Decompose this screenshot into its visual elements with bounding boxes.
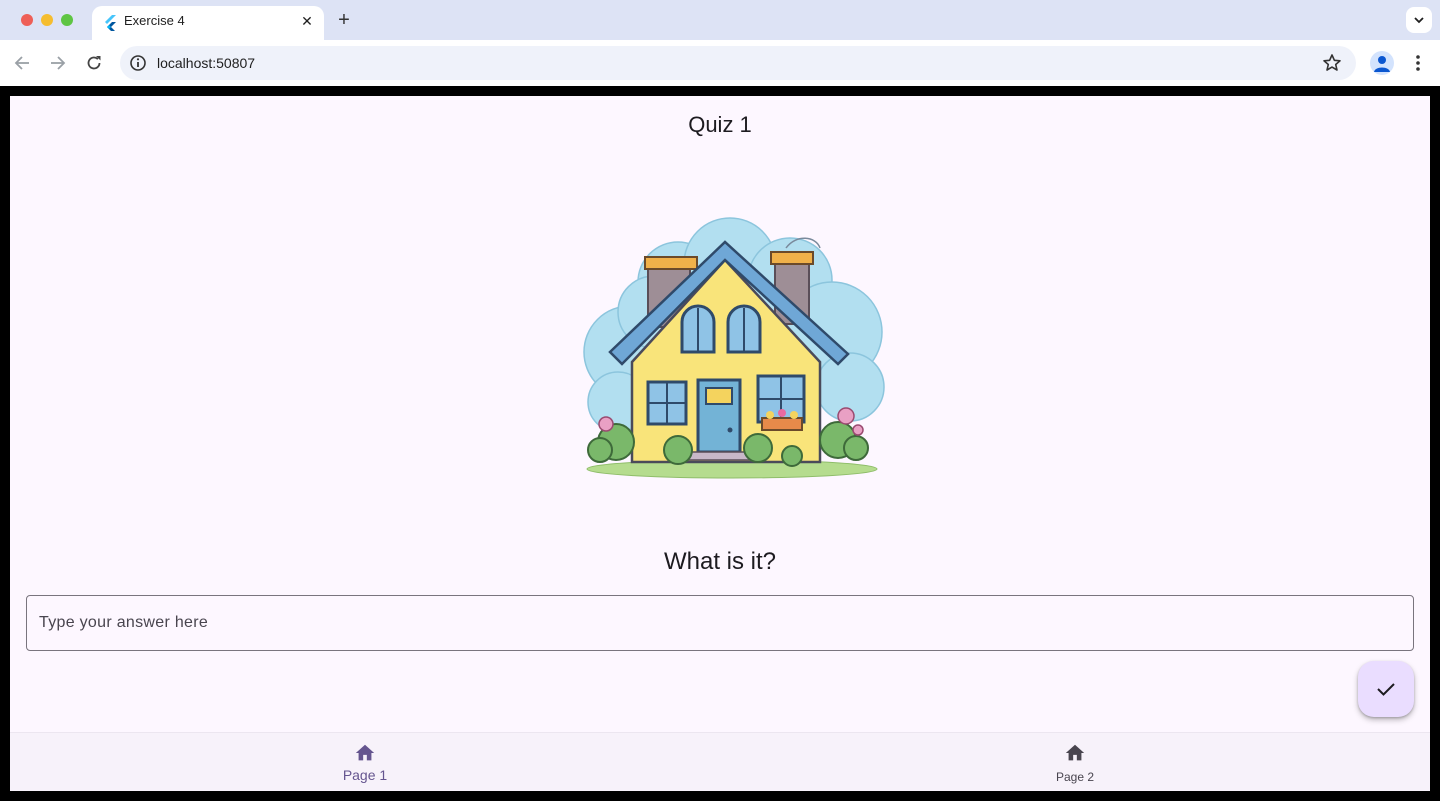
nav-item-page-1[interactable]: Page 1 <box>10 733 720 791</box>
page-title: Quiz 1 <box>688 112 752 137</box>
submit-answer-button[interactable] <box>1358 661 1414 717</box>
question-text: What is it? <box>663 548 777 575</box>
address-bar[interactable]: localhost:50807 <box>120 46 1356 80</box>
close-tab-icon[interactable]: ✕ <box>298 12 316 30</box>
answer-input[interactable] <box>39 596 1399 650</box>
back-button[interactable] <box>11 52 33 74</box>
more-vert-icon <box>1416 55 1420 71</box>
arrow-left-icon <box>14 56 29 70</box>
browser-menu-button[interactable] <box>1408 52 1428 74</box>
tab-search-button[interactable] <box>1406 7 1432 33</box>
arrow-right-icon <box>51 56 66 70</box>
person-icon <box>1374 56 1390 72</box>
home-icon <box>354 742 376 764</box>
browser-tab[interactable]: Exercise 4 ✕ <box>92 6 324 40</box>
nav-label-page-1: Page 1 <box>342 767 388 783</box>
forward-button[interactable] <box>47 52 69 74</box>
check-icon <box>1377 683 1395 696</box>
house-illustration <box>570 212 890 488</box>
nav-label-page-2: Page 2 <box>1055 770 1095 784</box>
nav-item-page-2[interactable]: Page 2 <box>720 733 1430 791</box>
flutter-icon <box>104 15 118 31</box>
bottom-navigation-bar: Page 1 Page 2 <box>10 732 1430 791</box>
tab-title: Exercise 4 <box>124 13 185 28</box>
home-icon <box>1064 742 1086 764</box>
minimize-window-button[interactable] <box>41 14 53 26</box>
new-tab-button[interactable]: + <box>334 8 354 32</box>
app-viewport: Quiz 1 What is it? Type your answer here… <box>10 96 1430 791</box>
browser-toolbar: localhost:50807 <box>0 40 1440 86</box>
profile-avatar[interactable] <box>1370 51 1394 75</box>
url-text: localhost:50807 <box>157 55 256 71</box>
chevron-down-icon <box>1414 17 1424 24</box>
reload-icon <box>87 56 101 70</box>
bookmark-star-icon[interactable] <box>1322 53 1342 73</box>
browser-tab-strip: Exercise 4 ✕ + <box>0 0 1440 40</box>
maximize-window-button[interactable] <box>61 14 73 26</box>
site-info-icon[interactable] <box>129 54 147 72</box>
close-window-button[interactable] <box>21 14 33 26</box>
reload-button[interactable] <box>83 52 105 74</box>
answer-field[interactable] <box>26 595 1414 651</box>
